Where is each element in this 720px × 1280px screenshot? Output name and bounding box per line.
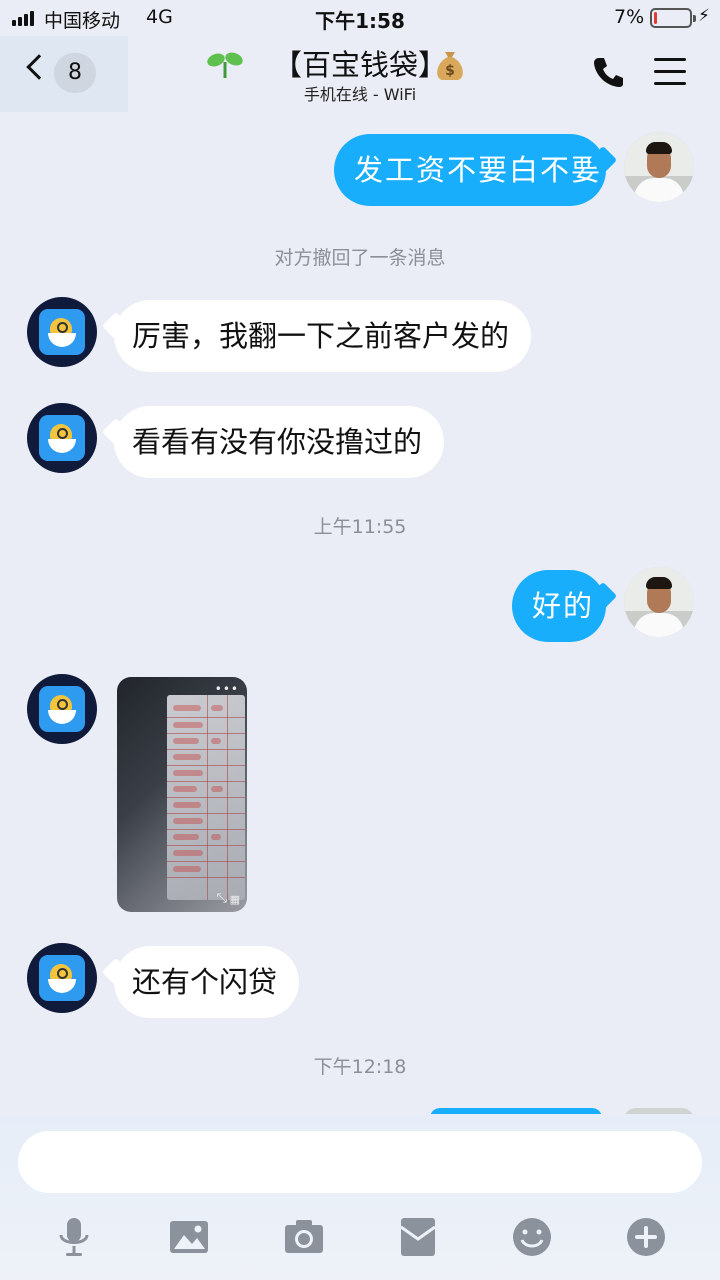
contact-avatar[interactable] bbox=[27, 403, 97, 473]
phone-icon[interactable] bbox=[592, 55, 626, 89]
battery-icon bbox=[650, 8, 696, 28]
online-status: 手机在线 - WiFi bbox=[303, 85, 417, 104]
message-timestamp: 上午11:55 bbox=[313, 516, 407, 538]
microphone-icon[interactable] bbox=[52, 1215, 96, 1259]
recall-notice: 对方撤回了一条消息 bbox=[274, 247, 446, 269]
battery-percent: 7% bbox=[614, 6, 645, 28]
battery-level-fill bbox=[654, 12, 657, 24]
camera-icon[interactable] bbox=[282, 1215, 326, 1259]
contact-avatar[interactable] bbox=[27, 297, 97, 367]
contact-avatar[interactable] bbox=[27, 943, 97, 1013]
charging-bolt-icon: ⚡ bbox=[698, 6, 710, 26]
my-avatar[interactable] bbox=[624, 132, 694, 202]
grid-icon[interactable]: ▦ bbox=[230, 893, 240, 906]
incoming-message-bubble[interactable]: 厉害，我翻一下之前客户发的 bbox=[114, 300, 532, 372]
emoji-icon[interactable] bbox=[510, 1215, 554, 1259]
status-time: 下午1:58 bbox=[315, 9, 405, 33]
chat-title[interactable]: 【百宝钱袋】 bbox=[200, 42, 520, 82]
outgoing-message-bubble[interactable]: 发工资不要白不要 bbox=[334, 134, 606, 206]
unread-count-badge[interactable]: 8 bbox=[54, 53, 96, 93]
incoming-message-bubble[interactable]: 看看有没有你没撸过的 bbox=[114, 406, 445, 478]
image-icon[interactable] bbox=[167, 1215, 211, 1259]
menu-icon[interactable] bbox=[654, 58, 686, 86]
image-message[interactable]: ••• ⤡ ▦ bbox=[117, 677, 247, 912]
money-bag-icon: $ bbox=[437, 52, 463, 80]
status-bar: 中国移动 4G 下午1:58 7% ⚡ bbox=[0, 0, 720, 36]
outgoing-message-bubble[interactable]: 好的 bbox=[512, 570, 606, 642]
message-timestamp: 下午12:18 bbox=[313, 1056, 407, 1078]
incoming-message-bubble[interactable]: 还有个闪贷 bbox=[114, 946, 300, 1018]
more-icon[interactable]: ••• bbox=[215, 682, 239, 696]
contact-avatar[interactable] bbox=[27, 674, 97, 744]
plus-icon[interactable] bbox=[624, 1215, 668, 1259]
expand-icon[interactable]: ⤡ bbox=[217, 891, 227, 906]
my-avatar[interactable] bbox=[624, 567, 694, 637]
svg-text:$: $ bbox=[445, 63, 455, 79]
red-packet-icon[interactable] bbox=[396, 1215, 440, 1259]
message-input[interactable] bbox=[18, 1131, 702, 1193]
